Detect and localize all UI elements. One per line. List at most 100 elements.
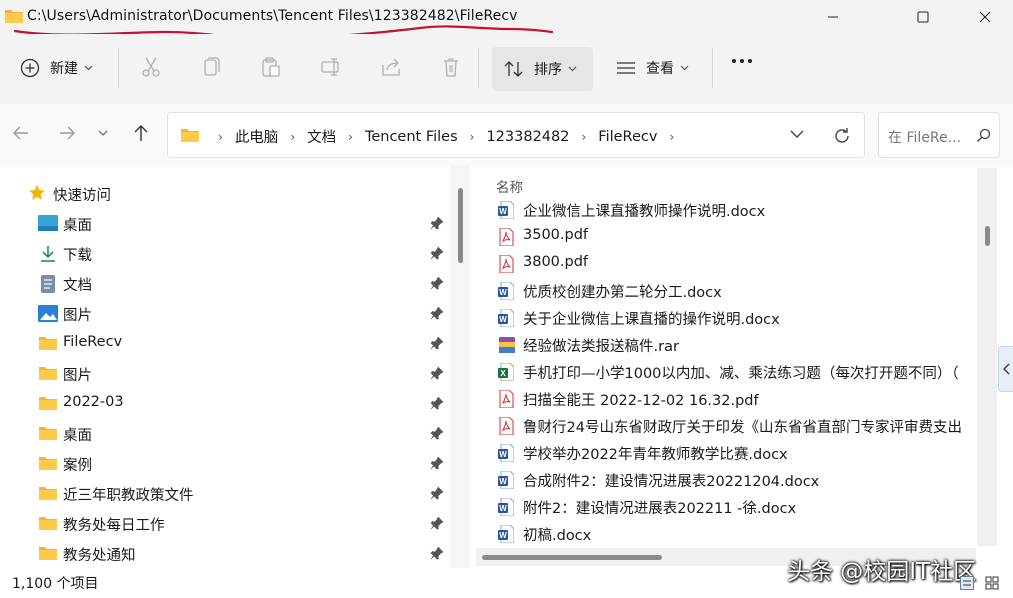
file-name: 学校举办2022年青年教师教学比赛.docx <box>523 447 788 463</box>
file-name: 关于企业微信上课直播的操作说明.docx <box>523 312 780 328</box>
breadcrumb-filerecv[interactable]: FileRecv <box>598 129 657 145</box>
file-row[interactable]: 3500.pdf <box>476 223 976 250</box>
sort-button[interactable]: 排序 <box>492 47 593 91</box>
file-name: 优质校创建办第二轮分工.docx <box>523 285 722 301</box>
address-bar[interactable]: › 此电脑 › 文档 › Tencent Files › 123382482 ›… <box>167 112 865 158</box>
sidebar-item-downloads[interactable]: 下载 <box>0 238 455 268</box>
file-list-horizontal-scrollbar[interactable] <box>482 555 662 560</box>
file-row[interactable]: 3800.pdf <box>476 250 976 277</box>
pin-icon <box>430 396 444 410</box>
folder-icon <box>39 427 57 440</box>
pin-icon <box>430 366 444 380</box>
folder-icon <box>4 8 24 28</box>
pin-icon <box>430 486 444 500</box>
breadcrumb-account[interactable]: 123382482 <box>486 129 569 145</box>
column-header-name[interactable]: 名称 <box>496 176 523 196</box>
new-button[interactable]: 新建 <box>20 58 93 78</box>
file-row[interactable]: W 关于企业微信上课直播的操作说明.docx <box>476 304 976 331</box>
sidebar-scrollbar[interactable] <box>458 188 463 263</box>
sidebar-item-filerecv[interactable]: FileRecv <box>0 328 455 358</box>
pdf-icon <box>499 417 514 435</box>
file-row[interactable]: W 初稿.docx <box>476 520 976 547</box>
sidebar-item-label: 文档 <box>63 278 92 294</box>
word-document-icon: W <box>498 444 514 462</box>
file-row[interactable]: 扫描全能王 2022-12-02 16.32.pdf <box>476 385 976 412</box>
pdf-icon <box>499 390 514 408</box>
cut-icon[interactable] <box>140 56 162 78</box>
sidebar-item-desktop[interactable]: 桌面 <box>0 208 455 238</box>
breadcrumb-separator-icon: › <box>669 129 675 144</box>
file-list: 名称 W 企业微信上课直播教师操作说明.docx 3500.pdf 3800.p… <box>476 166 996 566</box>
breadcrumb-tencent-files[interactable]: Tencent Files <box>365 129 458 145</box>
word-document-icon: W <box>498 282 514 300</box>
sidebar-item-daily-work[interactable]: 教务处每日工作 <box>0 508 455 538</box>
sort-icon <box>504 61 523 77</box>
recent-locations-chevron-icon[interactable] <box>98 130 108 137</box>
file-name: 经验做法类报送稿件.rar <box>523 339 679 355</box>
word-document-icon: W <box>498 498 514 516</box>
sidebar-item-pictures[interactable]: 图片 <box>0 298 455 328</box>
refresh-icon[interactable] <box>833 127 851 145</box>
sidebar-item-label: 近三年职教政策文件 <box>63 488 194 504</box>
file-row[interactable]: 鲁财行24号山东省财政厅关于印发《山东省省直部门专家评审费支出 <box>476 412 976 439</box>
breadcrumb: › 此电脑 › 文档 › Tencent Files › 123382482 ›… <box>206 126 686 147</box>
sidebar-item-label: 图片 <box>63 308 92 324</box>
details-view-icon[interactable] <box>960 576 974 590</box>
file-row[interactable]: W 附件2：建设情况进展表202211 -徐.docx <box>476 493 976 520</box>
folder-icon <box>39 457 57 470</box>
search-icon[interactable] <box>976 128 991 143</box>
folder-icon <box>39 397 57 410</box>
word-document-icon: W <box>498 471 514 489</box>
file-row[interactable]: W 优质校创建办第二轮分工.docx <box>476 277 976 304</box>
share-icon[interactable] <box>380 56 402 78</box>
up-arrow-icon[interactable] <box>132 124 150 142</box>
chevron-down-icon <box>680 65 689 71</box>
preview-pane-toggle[interactable] <box>998 346 1013 392</box>
file-row[interactable]: 经验做法类报送稿件.rar <box>476 331 976 358</box>
breadcrumb-documents[interactable]: 文档 <box>307 126 336 147</box>
sidebar-item-label: 教务处每日工作 <box>63 518 165 534</box>
close-button[interactable] <box>962 0 1008 34</box>
desktop-icon <box>38 215 58 231</box>
tiles-view-icon[interactable] <box>985 576 999 590</box>
sidebar-quick-access[interactable]: 快速访问 <box>0 178 455 208</box>
sidebar-item-label: 图片 <box>63 368 92 384</box>
pin-icon <box>430 306 444 320</box>
pdf-icon <box>499 255 514 273</box>
back-arrow-icon[interactable] <box>12 124 30 142</box>
file-row[interactable]: W 学校举办2022年青年教师教学比赛.docx <box>476 439 976 466</box>
sidebar-item-desktop-folder[interactable]: 桌面 <box>0 418 455 448</box>
sidebar-item-notices[interactable]: 教务处通知 <box>0 538 455 568</box>
file-row[interactable]: W 合成附件2：建设情况进展表20221204.docx <box>476 466 976 493</box>
navigation-row: › 此电脑 › 文档 › Tencent Files › 123382482 ›… <box>0 104 1013 166</box>
sidebar-item-cases[interactable]: 案例 <box>0 448 455 478</box>
sidebar-item-policy-files[interactable]: 近三年职教政策文件 <box>0 478 455 508</box>
file-name: 合成附件2：建设情况进展表20221204.docx <box>523 474 820 490</box>
delete-icon[interactable] <box>440 56 462 78</box>
file-row[interactable]: X 手机打印—小学1000以内加、减、乘法练习题（每次打开题不同）（ <box>476 358 976 385</box>
svg-text:W: W <box>499 288 507 297</box>
view-button[interactable]: 查看 <box>616 58 689 78</box>
minimize-button[interactable] <box>810 0 856 34</box>
file-name: 手机打印—小学1000以内加、减、乘法练习题（每次打开题不同）（ <box>523 366 959 382</box>
sidebar-item-2022-03[interactable]: 2022-03 <box>0 388 455 418</box>
sidebar-item-label: 桌面 <box>63 218 92 234</box>
rar-archive-icon <box>499 337 515 353</box>
breadcrumb-this-pc[interactable]: 此电脑 <box>235 126 279 147</box>
sidebar-item-label: 教务处通知 <box>63 548 136 564</box>
maximize-button[interactable] <box>900 0 946 34</box>
address-history-chevron-icon[interactable] <box>790 129 804 139</box>
search-box[interactable]: 在 FileRe... <box>878 112 1000 158</box>
sidebar-item-documents[interactable]: 文档 <box>0 268 455 298</box>
paste-icon[interactable] <box>260 56 282 78</box>
title-bar: C:\Users\Administrator\Documents\Tencent… <box>0 0 1013 34</box>
file-list-vertical-scrollbar[interactable] <box>985 226 990 246</box>
forward-arrow-icon[interactable] <box>58 124 76 142</box>
file-row[interactable]: W 企业微信上课直播教师操作说明.docx <box>476 196 976 223</box>
rename-icon[interactable] <box>320 56 342 78</box>
more-options-button[interactable] <box>731 58 753 64</box>
view-label: 查看 <box>646 61 674 77</box>
copy-icon[interactable] <box>200 56 222 78</box>
sidebar-item-pictures-folder[interactable]: 图片 <box>0 358 455 388</box>
svg-text:W: W <box>499 477 507 486</box>
